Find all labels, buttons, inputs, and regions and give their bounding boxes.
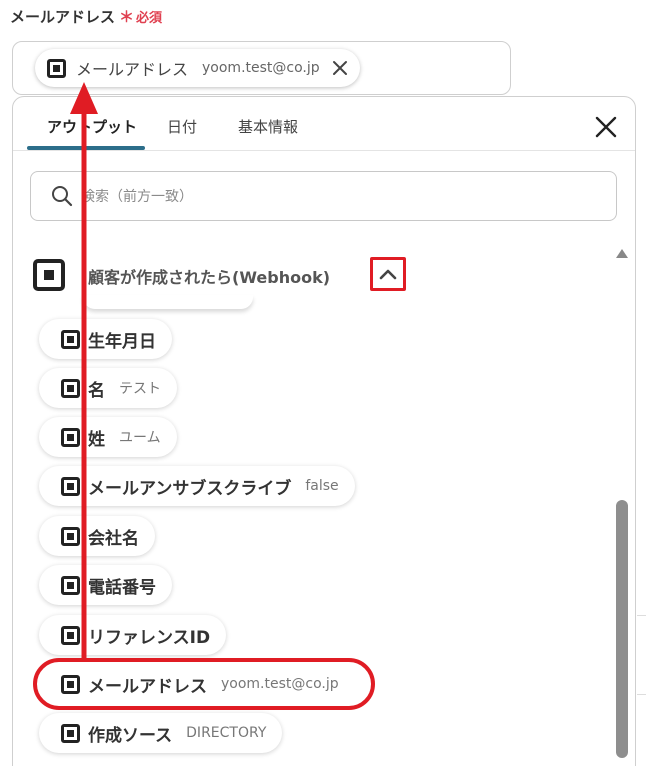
list-item-company-name[interactable]: 会社名	[39, 516, 155, 556]
square-service-icon	[47, 58, 66, 78]
item-value: DIRECTORY	[186, 725, 267, 741]
square-service-icon	[61, 378, 80, 398]
required-text: 必須	[136, 11, 163, 26]
close-icon[interactable]	[594, 115, 618, 139]
tab-bar: アウトプット 日付 基本情報	[13, 97, 635, 151]
tab-output[interactable]: アウトプット	[47, 116, 137, 137]
square-service-icon	[61, 674, 80, 694]
list-item-email-unsubscribe[interactable]: メールアンサブスクライブ false	[39, 466, 355, 506]
tab-date[interactable]: 日付	[167, 116, 197, 137]
chip-close-icon[interactable]	[332, 60, 348, 76]
chevron-up-icon	[379, 265, 397, 284]
item-value: false	[305, 478, 339, 494]
search-input[interactable]	[81, 185, 581, 209]
list-item-last-name[interactable]: 姓 ユーム	[39, 417, 177, 457]
square-service-icon	[61, 329, 80, 349]
list-item-email[interactable]: メールアドレス yoom.test@co.jp	[33, 658, 375, 710]
tab-basic-info[interactable]: 基本情報	[238, 116, 298, 137]
item-value: yoom.test@co.jp	[221, 676, 339, 692]
square-service-icon	[61, 575, 80, 595]
item-label: 作成ソース	[88, 725, 173, 746]
output-picker-panel: アウトプット 日付 基本情報 顧客が作成されたら(Webhook) 生年月日 名…	[12, 96, 636, 766]
section-header[interactable]: 顧客が作成されたら(Webhook)	[33, 257, 593, 293]
active-tab-indicator	[27, 146, 145, 150]
list-item-partial	[83, 295, 253, 309]
email-field[interactable]: メールアドレス yoom.test@co.jp	[12, 41, 511, 95]
chip-value: yoom.test@co.jp	[202, 60, 320, 76]
scrollbar-thumb[interactable]	[616, 500, 628, 758]
square-service-icon	[61, 427, 80, 447]
field-label-text: メールアドレス	[10, 8, 116, 26]
background-divider	[637, 615, 646, 695]
square-service-icon	[61, 625, 80, 645]
list-item-creation-source[interactable]: 作成ソース DIRECTORY	[39, 713, 283, 753]
chip-label: メールアドレス	[76, 60, 189, 79]
item-label: 名	[88, 380, 105, 401]
item-label: メールアドレス	[88, 676, 207, 697]
square-service-icon	[61, 526, 80, 546]
square-service-icon	[33, 259, 65, 291]
list-item-birthdate[interactable]: 生年月日	[39, 319, 172, 359]
selected-chip[interactable]: メールアドレス yoom.test@co.jp	[35, 49, 360, 87]
item-label: リファレンスID	[88, 627, 211, 648]
field-label: メールアドレス＊必須	[10, 6, 162, 27]
section-title: 顧客が作成されたら(Webhook)	[88, 268, 331, 287]
item-label: 会社名	[88, 528, 139, 549]
required-star: ＊	[119, 8, 135, 26]
search-box	[30, 171, 617, 221]
item-value: ユーム	[119, 430, 161, 446]
search-icon	[51, 185, 73, 211]
list-item-reference-id[interactable]: リファレンスID	[39, 615, 227, 655]
scroll-up-arrow-icon[interactable]	[616, 249, 628, 258]
square-service-icon	[61, 476, 80, 496]
square-service-icon	[61, 723, 80, 743]
list-item-first-name[interactable]: 名 テスト	[39, 368, 177, 408]
item-label: 生年月日	[88, 331, 156, 352]
list-item-phone-number[interactable]: 電話番号	[39, 565, 172, 605]
item-value: テスト	[119, 381, 161, 397]
collapse-button[interactable]	[370, 257, 406, 291]
item-label: メールアンサブスクライブ	[88, 478, 292, 499]
item-label: 電話番号	[88, 577, 156, 598]
item-label: 姓	[88, 429, 105, 450]
